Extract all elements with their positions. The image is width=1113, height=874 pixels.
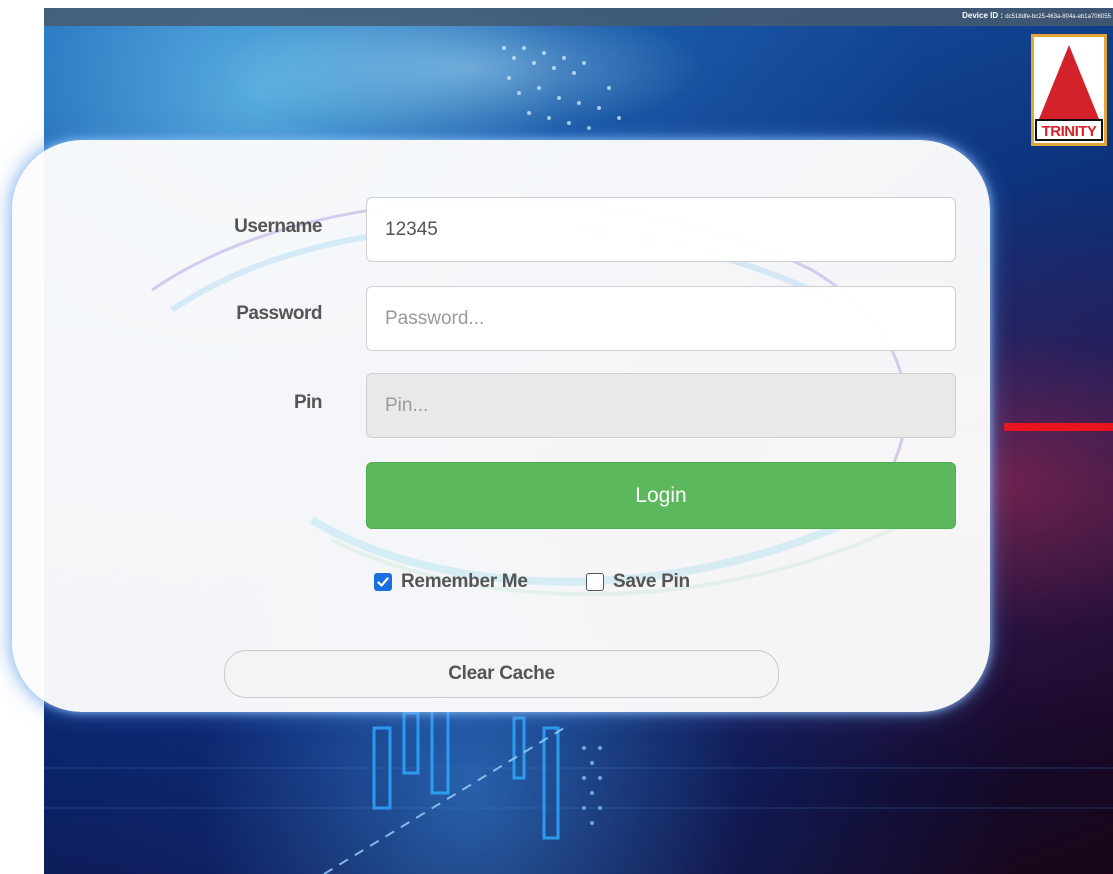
save-pin-checkbox[interactable] — [586, 573, 604, 591]
logo-text: TRINITY — [1035, 119, 1103, 141]
device-id: Device ID : dc518dfe-bc25-463a-804a-eb1a… — [962, 11, 1111, 20]
username-label: Username — [234, 216, 322, 237]
pin-label: Pin — [293, 392, 323, 413]
top-bar — [44, 8, 1113, 26]
pin-input[interactable]: Pin... — [366, 373, 956, 438]
login-button[interactable]: Login — [366, 462, 956, 529]
password-label: Password — [236, 303, 322, 324]
clear-cache-button[interactable]: Clear Cache — [224, 650, 779, 698]
save-pin-label: Save Pin — [613, 571, 690, 592]
remember-me-checkbox[interactable] — [374, 573, 392, 591]
device-id-label: Device ID : — [962, 11, 1003, 20]
check-icon — [377, 577, 389, 587]
login-card: Username 12345 Password Password... Pin … — [12, 140, 990, 712]
remember-me-option[interactable]: Remember Me — [374, 568, 528, 596]
remember-me-label: Remember Me — [401, 571, 528, 592]
username-input[interactable]: 12345 — [366, 197, 956, 262]
accent-line — [1004, 423, 1113, 431]
save-pin-option[interactable]: Save Pin — [586, 568, 690, 596]
password-input[interactable]: Password... — [366, 286, 956, 351]
device-id-value: dc518dfe-bc25-463a-804a-eb1a706055 — [1005, 14, 1111, 20]
logo-triangle-icon — [1039, 45, 1099, 119]
trinity-logo: TRINITY — [1031, 34, 1107, 146]
